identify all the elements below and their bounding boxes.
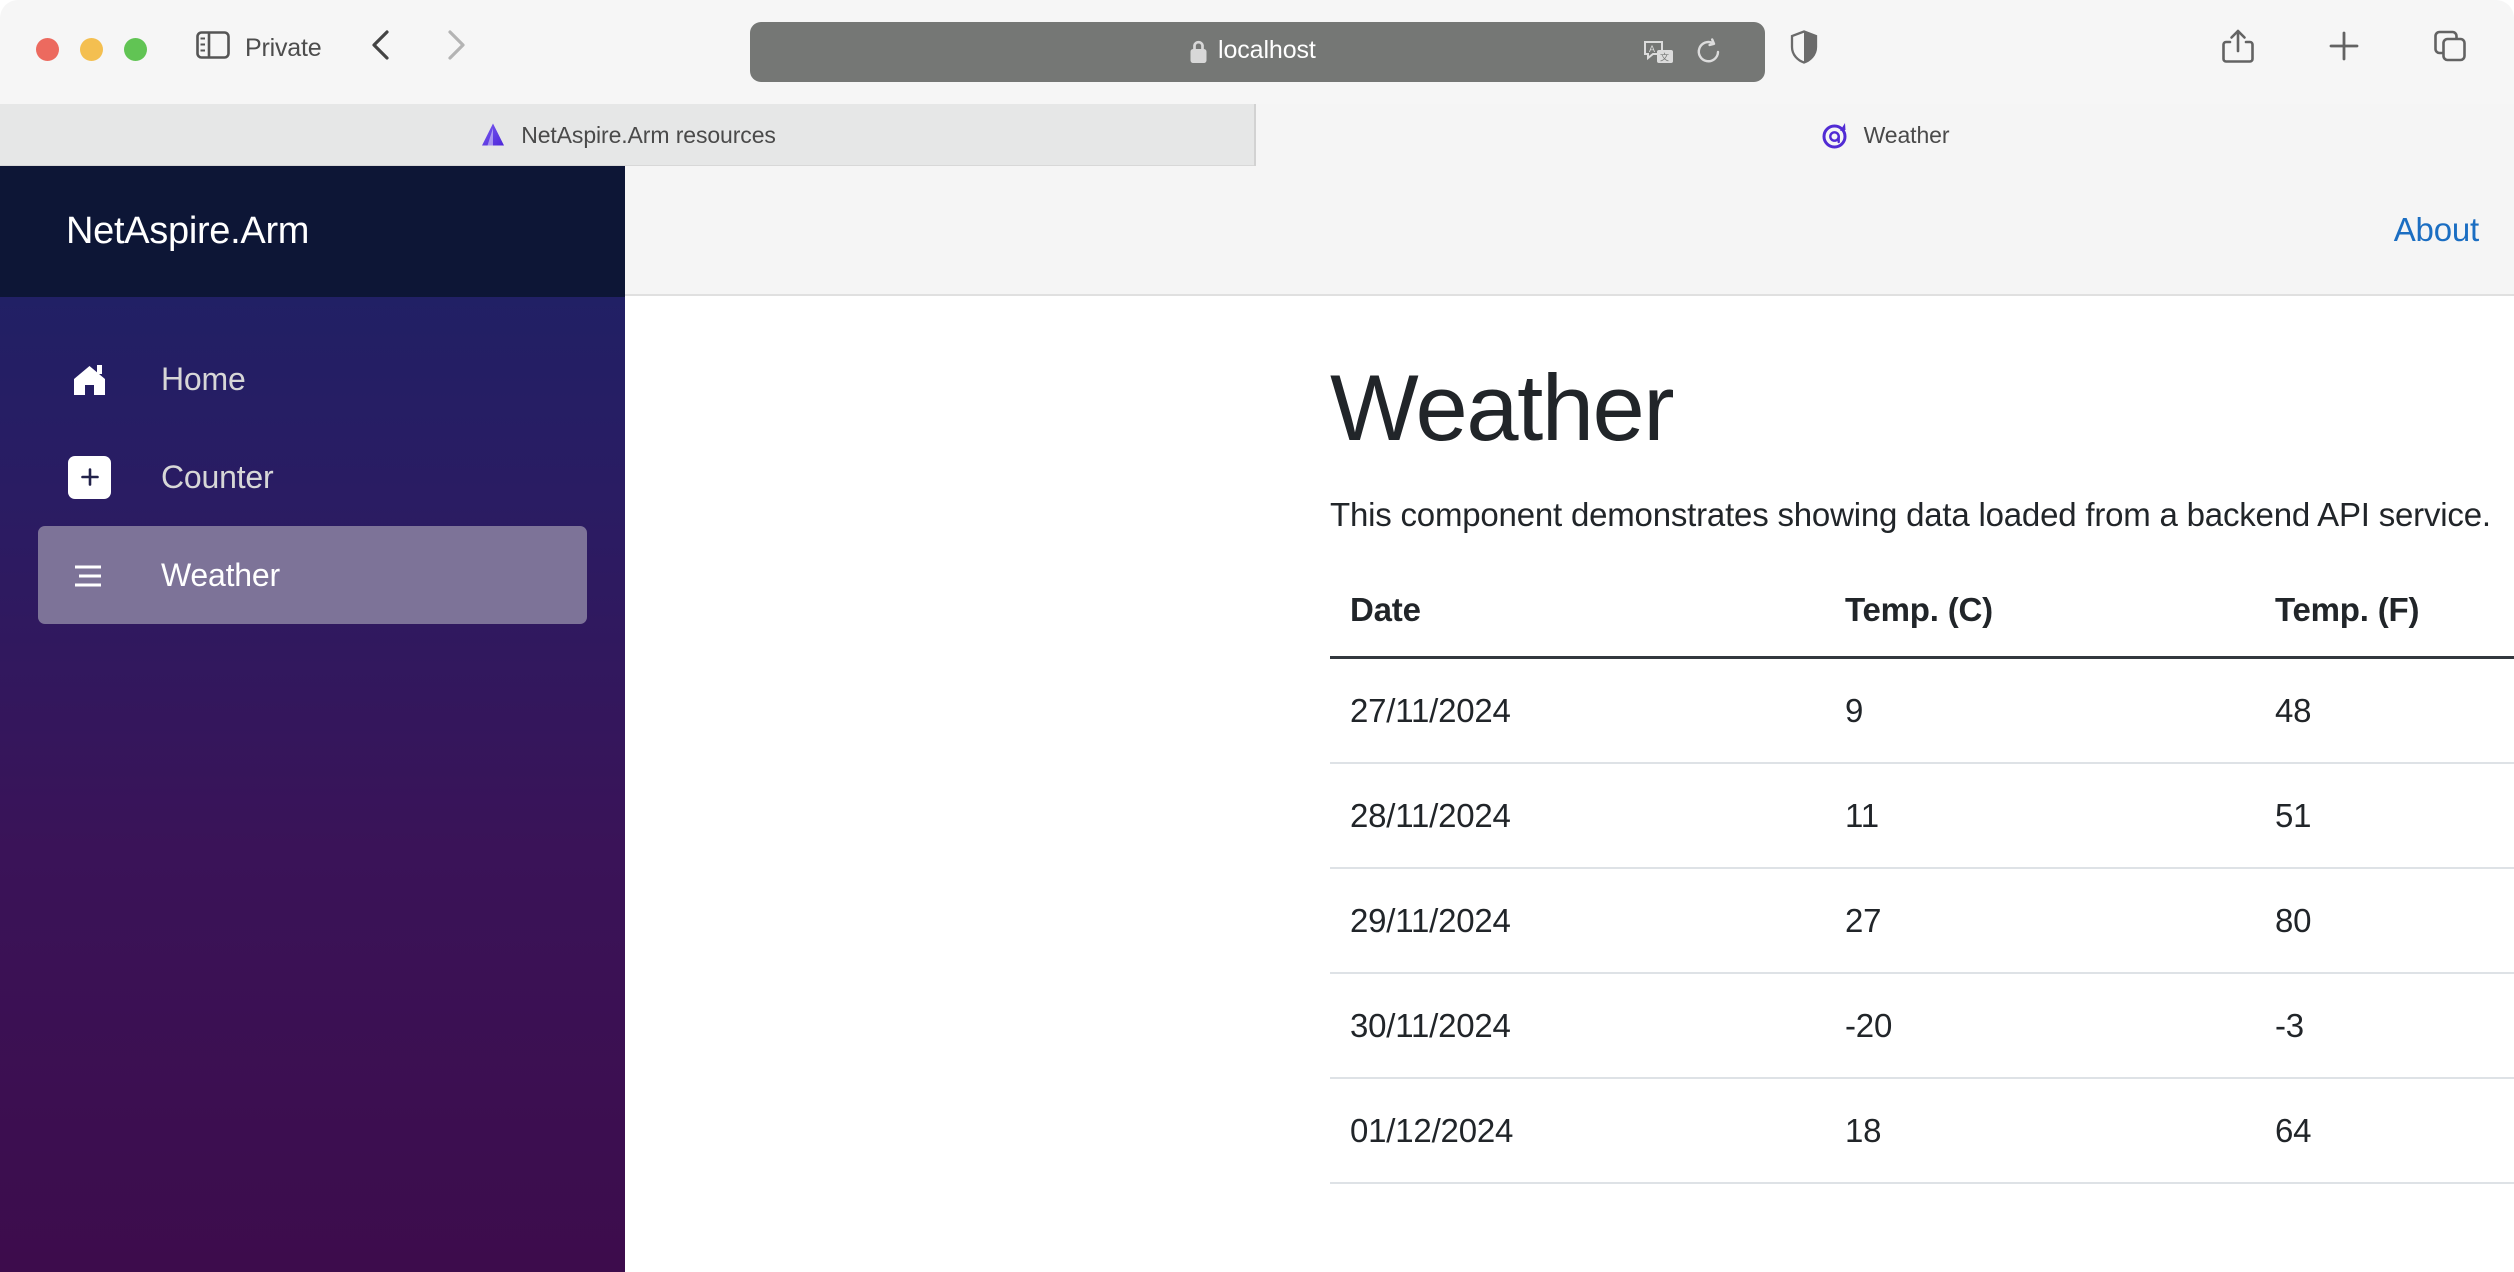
cell-date: 30/11/2024 (1330, 972, 1845, 1079)
brand-title: NetAspire.Arm (66, 210, 310, 252)
cell-temp-f: -3 (2275, 972, 2514, 1079)
cell-temp-c: -20 (1845, 972, 2275, 1079)
window-controls (36, 38, 147, 61)
column-header-temp-c: Temp. (C) (1845, 590, 2275, 659)
cell-date: 28/11/2024 (1330, 762, 1845, 869)
reload-icon[interactable] (1695, 38, 1723, 68)
sidebar-item-label: Weather (161, 556, 280, 593)
sidebar-toggle-icon[interactable] (196, 31, 230, 59)
sidebar-item-label: Home (161, 360, 246, 397)
cell-temp-f: 80 (2275, 867, 2514, 974)
tab-title: NetAspire.Arm resources (521, 121, 776, 148)
cell-date: 01/12/2024 (1330, 1077, 1845, 1184)
column-header-temp-f: Temp. (F) (2275, 590, 2514, 659)
aspire-logo-icon (478, 120, 508, 150)
page-content: Weather This component demonstrates show… (625, 296, 2514, 1272)
close-window-button[interactable] (36, 38, 59, 61)
cell-temp-f: 64 (2275, 1077, 2514, 1184)
browser-tab-aspire[interactable]: NetAspire.Arm resources (0, 104, 1256, 166)
url-text: localhost (1218, 36, 1316, 64)
translate-icon[interactable]: A 文 (1643, 39, 1675, 67)
sidebar: NetAspire.Arm Home Counter Weather (0, 166, 625, 1272)
browser-toolbar: Private localhost A 文 (0, 0, 2514, 104)
table-header-row: Date Temp. (C) Temp. (F) Summary (1330, 590, 2514, 659)
column-header-date: Date (1330, 590, 1845, 659)
table-row: 27/11/2024 9 48 Chilly (1330, 657, 2514, 764)
cell-temp-c: 18 (1845, 1077, 2275, 1184)
address-bar[interactable]: localhost A 文 (750, 22, 1765, 82)
private-browsing-label: Private (245, 34, 322, 62)
forward-button[interactable] (440, 28, 470, 62)
tab-title: Weather (1863, 121, 1950, 148)
new-tab-icon[interactable] (2327, 28, 2361, 64)
house-icon (68, 358, 111, 401)
cell-temp-f: 48 (2275, 657, 2514, 764)
table-row: 29/11/2024 27 80 Bracing (1330, 867, 2514, 974)
sidebar-item-counter[interactable]: Counter (38, 428, 587, 526)
sidebar-nav: Home Counter Weather (0, 297, 625, 624)
page-subtitle: This component demonstrates showing data… (1330, 495, 2491, 533)
cell-date: 27/11/2024 (1330, 657, 1845, 764)
cell-temp-c: 11 (1845, 762, 2275, 869)
cell-temp-c: 9 (1845, 657, 2275, 764)
weather-table: Date Temp. (C) Temp. (F) Summary 27/11/2… (1330, 590, 2514, 1184)
table-head: Date Temp. (C) Temp. (F) Summary (1330, 590, 2514, 659)
tab-strip: NetAspire.Arm resources Weather (0, 104, 2514, 166)
tab-overview-icon[interactable] (2433, 28, 2467, 64)
table-row: 01/12/2024 18 64 Chilly (1330, 1077, 2514, 1184)
svg-text:文: 文 (1660, 52, 1669, 63)
plus-square-icon (68, 455, 111, 499)
table-row: 28/11/2024 11 51 Warm (1330, 762, 2514, 869)
table-row: 30/11/2024 -20 -3 Cool (1330, 972, 2514, 1079)
table-body: 27/11/2024 9 48 Chilly 28/11/2024 11 51 … (1330, 657, 2514, 1184)
page-title: Weather (1330, 355, 1675, 460)
browser-window: Private localhost A 文 NetAspire.Arm reso… (0, 0, 2514, 1272)
web-page: NetAspire.Arm Home Counter Weather About… (0, 166, 2514, 1272)
sidebar-item-label: Counter (161, 458, 274, 495)
sidebar-item-weather[interactable]: Weather (38, 526, 587, 624)
content-column: About Weather This component demonstrate… (625, 166, 2514, 1272)
list-icon (68, 554, 111, 597)
blazor-logo-icon (1821, 120, 1851, 150)
share-icon[interactable] (2221, 28, 2255, 64)
back-button[interactable] (367, 28, 397, 62)
about-link[interactable]: About (2394, 211, 2479, 249)
cell-temp-c: 27 (1845, 867, 2275, 974)
lock-icon (1189, 39, 1208, 64)
brand-header[interactable]: NetAspire.Arm (0, 166, 625, 297)
sidebar-item-home[interactable]: Home (38, 330, 587, 428)
browser-tab-weather[interactable]: Weather (1256, 104, 2514, 166)
shield-icon[interactable] (1790, 30, 1818, 64)
zoom-window-button[interactable] (124, 38, 147, 61)
minimize-window-button[interactable] (80, 38, 103, 61)
page-topbar: About (625, 166, 2514, 296)
svg-text:A: A (1649, 44, 1655, 54)
toolbar-right-icons (2221, 28, 2467, 64)
cell-date: 29/11/2024 (1330, 867, 1845, 974)
cell-temp-f: 51 (2275, 762, 2514, 869)
